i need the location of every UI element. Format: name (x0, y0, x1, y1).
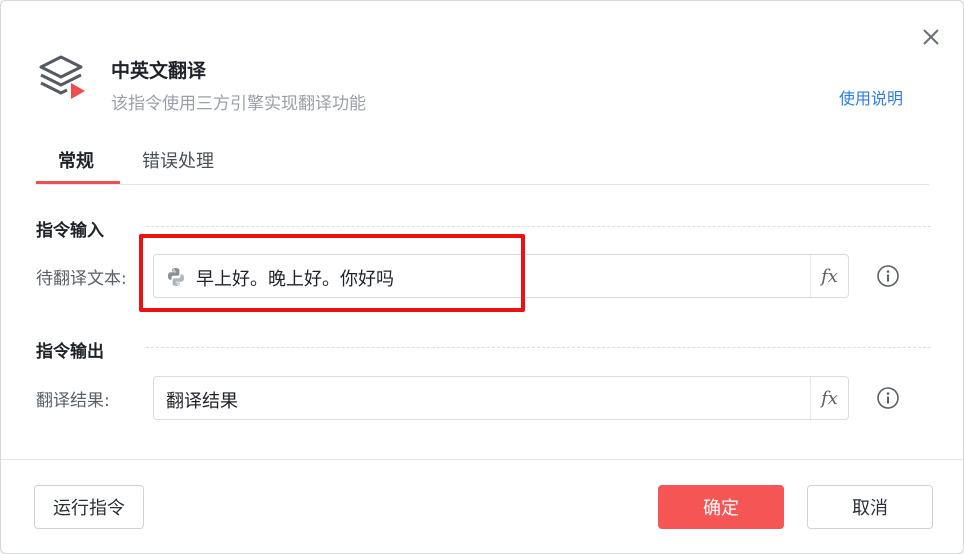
highlight-box (139, 234, 525, 312)
output-section-divider (146, 347, 931, 348)
cancel-button[interactable]: 取消 (807, 485, 933, 529)
confirm-button[interactable]: 确定 (658, 485, 784, 529)
run-command-button[interactable]: 运行指令 (34, 485, 144, 529)
result-field[interactable]: 翻译结果 fx (153, 376, 849, 420)
tab-error-handling[interactable]: 错误处理 (142, 147, 214, 173)
info-icon[interactable] (876, 264, 900, 288)
close-icon[interactable] (917, 23, 945, 51)
active-tab-indicator (36, 181, 120, 184)
source-text-label: 待翻译文本: (36, 269, 127, 289)
dialog-title: 中英文翻译 (111, 60, 207, 82)
input-section-title: 指令输入 (36, 221, 104, 241)
dialog-subtitle: 该指令使用三方引擎实现翻译功能 (111, 94, 366, 114)
footer-divider (1, 459, 963, 460)
layers-play-icon (39, 55, 85, 99)
output-section-title: 指令输出 (36, 342, 104, 362)
result-value: 翻译结果 (166, 391, 238, 412)
input-section-divider (146, 226, 931, 227)
tab-bar: 常规 错误处理 (36, 143, 929, 185)
help-link[interactable]: 使用说明 (839, 85, 903, 109)
tab-general[interactable]: 常规 (58, 147, 94, 173)
info-icon[interactable] (876, 386, 900, 410)
translate-dialog: 中英文翻译 该指令使用三方引擎实现翻译功能 使用说明 常规 错误处理 指令输入 … (0, 0, 964, 554)
result-fx-button[interactable]: fx (810, 377, 848, 419)
source-text-fx-button[interactable]: fx (810, 255, 848, 297)
result-label: 翻译结果: (36, 391, 110, 411)
